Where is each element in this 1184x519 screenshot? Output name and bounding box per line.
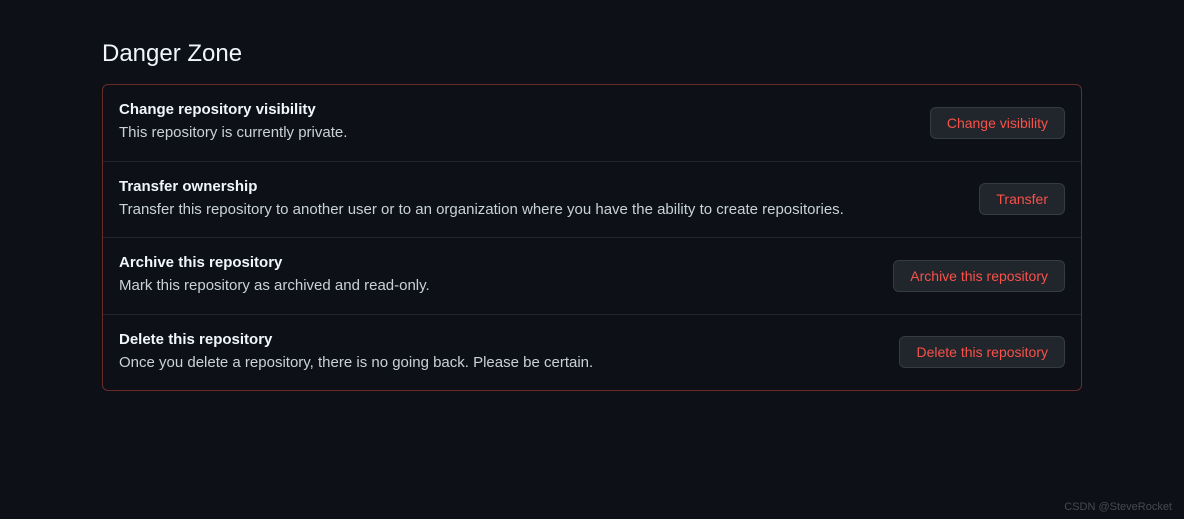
item-title: Delete this repository xyxy=(119,331,879,348)
section-title: Danger Zone xyxy=(102,40,1082,68)
change-visibility-button[interactable]: Change visibility xyxy=(930,107,1065,139)
archive-repository-row: Archive this repository Mark this reposi… xyxy=(103,238,1081,315)
item-title: Transfer ownership xyxy=(119,178,959,195)
archive-repository-button[interactable]: Archive this repository xyxy=(893,260,1065,292)
item-content: Transfer ownership Transfer this reposit… xyxy=(119,178,979,222)
item-description: Once you delete a repository, there is n… xyxy=(119,352,879,375)
item-content: Change repository visibility This reposi… xyxy=(119,101,930,145)
danger-zone-container: Danger Zone Change repository visibility… xyxy=(102,40,1082,391)
danger-zone-box: Change repository visibility This reposi… xyxy=(102,84,1082,391)
transfer-button[interactable]: Transfer xyxy=(979,183,1065,215)
transfer-ownership-row: Transfer ownership Transfer this reposit… xyxy=(103,162,1081,239)
delete-repository-button[interactable]: Delete this repository xyxy=(899,336,1065,368)
item-description: This repository is currently private. xyxy=(119,122,910,145)
change-visibility-row: Change repository visibility This reposi… xyxy=(103,85,1081,162)
item-description: Mark this repository as archived and rea… xyxy=(119,275,873,298)
item-description: Transfer this repository to another user… xyxy=(119,199,959,222)
item-title: Archive this repository xyxy=(119,254,873,271)
delete-repository-row: Delete this repository Once you delete a… xyxy=(103,315,1081,391)
item-title: Change repository visibility xyxy=(119,101,910,118)
item-content: Delete this repository Once you delete a… xyxy=(119,331,899,375)
watermark: CSDN @SteveRocket xyxy=(1064,501,1172,513)
item-content: Archive this repository Mark this reposi… xyxy=(119,254,893,298)
